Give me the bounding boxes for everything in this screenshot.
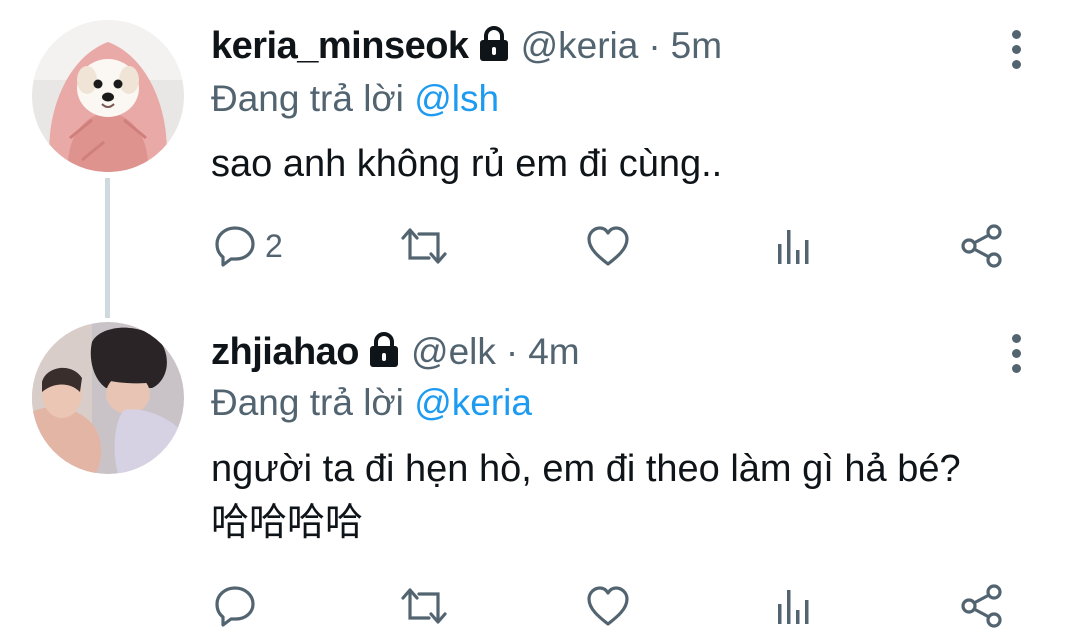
retweet-icon bbox=[401, 228, 447, 264]
tweet-text: người ta đi hẹn hò, em đi theo làm gì hả… bbox=[211, 442, 961, 550]
more-options-icon[interactable] bbox=[1004, 334, 1028, 373]
retweet-icon bbox=[401, 588, 447, 624]
tweet-header: keria_minseok @keria · 5m bbox=[211, 22, 722, 68]
replying-to: Đang trả lời @keria bbox=[211, 382, 532, 424]
retweet-button[interactable] bbox=[398, 220, 450, 272]
replying-mention-link[interactable]: @keria bbox=[414, 382, 532, 423]
share-icon bbox=[961, 224, 1002, 268]
thread-line bbox=[105, 178, 110, 318]
puppy-avatar-icon bbox=[32, 20, 184, 172]
action-bar: 2 bbox=[211, 220, 1011, 272]
replying-prefix: Đang trả lời bbox=[211, 78, 404, 119]
like-button[interactable] bbox=[585, 220, 631, 272]
avatar-zhjiahao[interactable] bbox=[32, 322, 184, 474]
like-button[interactable] bbox=[585, 580, 631, 632]
lock-icon bbox=[367, 332, 401, 373]
tweet-text-line: 哈哈哈哈 bbox=[211, 502, 364, 544]
reply-icon bbox=[215, 586, 255, 627]
tweet-2[interactable]: zhjiahao @elk · 4m Đang trả lời @keria n… bbox=[0, 300, 1079, 643]
tweet-header: zhjiahao @elk · 4m bbox=[211, 328, 580, 374]
share-icon bbox=[961, 584, 1002, 628]
replying-to: Đang trả lời @lsh bbox=[211, 78, 499, 120]
avatar-keria[interactable] bbox=[32, 20, 184, 172]
reply-button[interactable] bbox=[213, 580, 265, 632]
replying-prefix: Đang trả lời bbox=[211, 382, 404, 423]
analytics-button[interactable] bbox=[775, 580, 815, 632]
action-bar bbox=[211, 580, 1011, 632]
separator-dot: · bbox=[505, 331, 519, 372]
analytics-icon bbox=[778, 590, 809, 624]
analytics-icon bbox=[778, 230, 809, 264]
timestamp[interactable]: 4m bbox=[528, 331, 579, 373]
reply-icon bbox=[215, 226, 255, 267]
share-button[interactable] bbox=[959, 580, 1005, 632]
tweet-text-line: người ta đi hẹn hò, em đi theo làm gì hả… bbox=[211, 448, 961, 490]
tweet-text-line: sao anh không rủ em đi cùng.. bbox=[211, 143, 723, 185]
retweet-button[interactable] bbox=[398, 580, 450, 632]
display-name[interactable]: zhjiahao bbox=[211, 331, 360, 374]
handle[interactable]: @keria bbox=[521, 25, 639, 67]
replying-mention-link[interactable]: @lsh bbox=[414, 78, 499, 119]
more-options-icon[interactable] bbox=[1004, 30, 1028, 69]
timestamp[interactable]: 5m bbox=[671, 25, 722, 67]
reply-count: 2 bbox=[265, 227, 283, 264]
tweet-1[interactable]: keria_minseok @keria · 5m Đang trả lời @… bbox=[0, 0, 1079, 318]
heart-icon bbox=[587, 586, 629, 626]
separator-dot: · bbox=[648, 25, 661, 66]
lock-icon bbox=[477, 26, 511, 67]
reply-button[interactable]: 2 bbox=[213, 220, 283, 272]
handle[interactable]: @elk bbox=[411, 331, 496, 373]
heart-icon bbox=[587, 226, 629, 266]
person-avatar-icon bbox=[32, 322, 184, 474]
display-name[interactable]: keria_minseok bbox=[211, 25, 469, 68]
tweet-text: sao anh không rủ em đi cùng.. bbox=[211, 137, 722, 191]
share-button[interactable] bbox=[959, 220, 1005, 272]
analytics-button[interactable] bbox=[775, 220, 815, 272]
